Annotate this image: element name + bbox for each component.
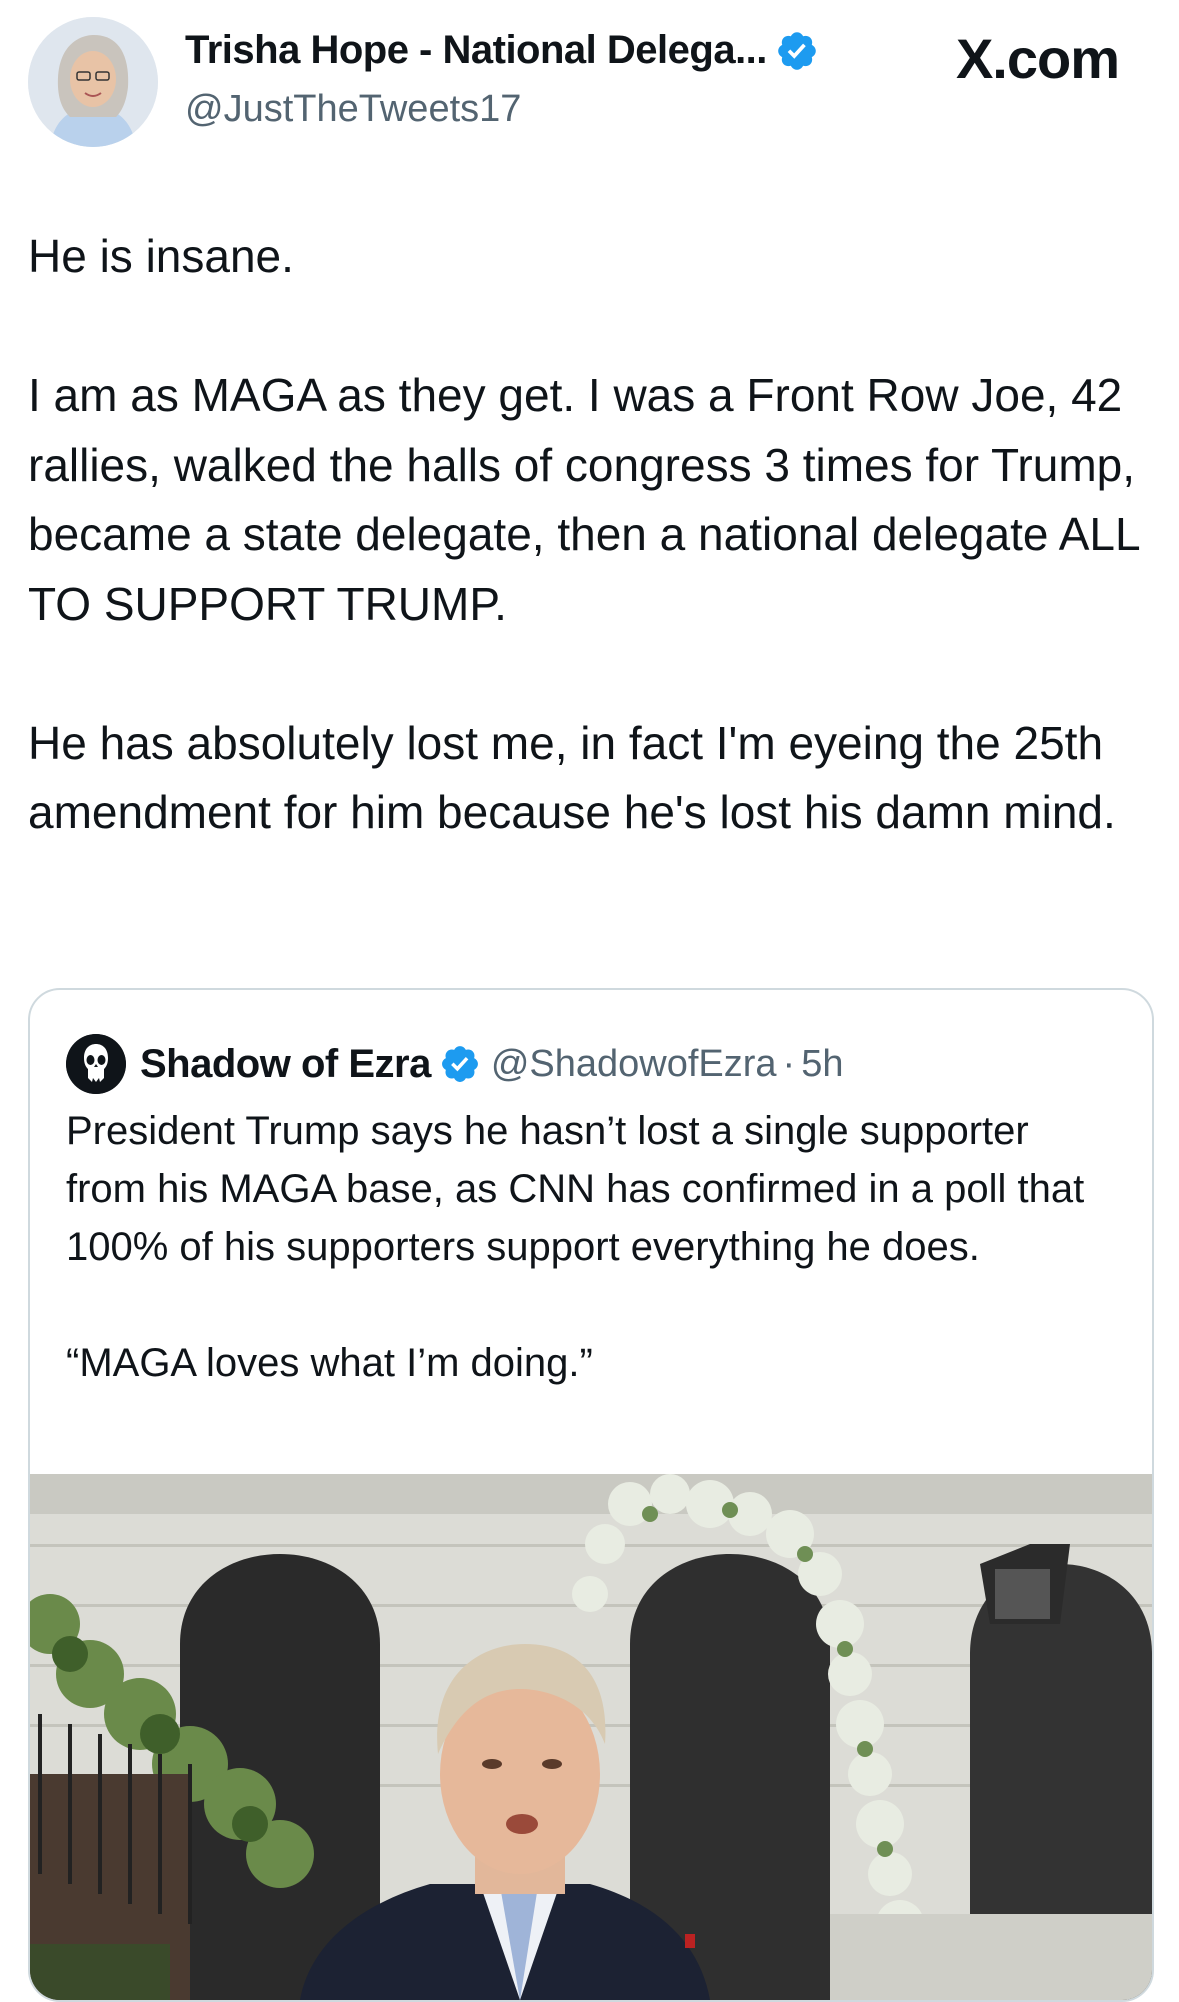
quoted-tweet-card[interactable]: Shadow of Ezra @ShadowofEzra · 5h Presid… (28, 988, 1154, 2002)
post-header: Trisha Hope - National Delega... @JustTh… (0, 0, 1179, 160)
quoted-video-thumbnail[interactable] (30, 1474, 1152, 2000)
author-display-name[interactable]: Trisha Hope - National Delega... (185, 28, 767, 73)
quoted-header: Shadow of Ezra @ShadowofEzra · 5h (66, 1034, 843, 1094)
author-name-row: Trisha Hope - National Delega... (185, 28, 819, 73)
author-handle[interactable]: @JustTheTweets17 (185, 88, 521, 131)
quoted-handle[interactable]: @ShadowofEzra (491, 1043, 777, 1086)
verified-badge-icon (778, 31, 816, 70)
author-avatar[interactable] (28, 17, 158, 147)
tweet-text: He is insane. I am as MAGA as they get. … (28, 222, 1158, 848)
quoted-paragraph: “MAGA loves what I’m doing.” (66, 1341, 593, 1385)
quoted-text: President Trump says he hasn’t lost a si… (66, 1102, 1116, 1392)
quoted-paragraph: President Trump says he hasn’t lost a si… (66, 1109, 1085, 1269)
tweet-paragraph: I am as MAGA as they get. I was a Front … (28, 369, 1139, 630)
tweet-paragraph: He has absolutely lost me, in fact I'm e… (28, 716, 1116, 839)
tweet-paragraph: He is insane. (28, 230, 294, 282)
quoted-display-name[interactable]: Shadow of Ezra (140, 1042, 431, 1087)
punisher-skull-avatar[interactable] (66, 1034, 126, 1094)
separator-dot: · (782, 1042, 796, 1085)
quoted-timestamp[interactable]: 5h (801, 1043, 843, 1086)
verified-badge-icon (441, 1046, 478, 1082)
brand-logo: X.com (955, 27, 1120, 90)
